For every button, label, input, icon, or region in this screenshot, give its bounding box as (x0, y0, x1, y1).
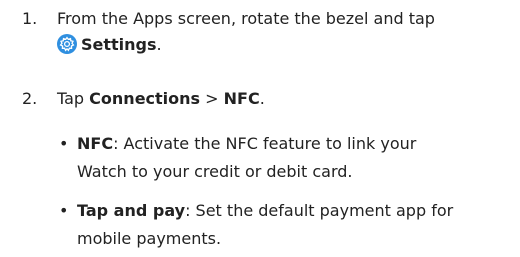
step-1-period: . (156, 35, 162, 54)
step-1-line-2: Settings. (57, 32, 508, 58)
bullet-description: : Activate the NFC feature to link your (113, 134, 417, 153)
bullet-text: Tap and pay: Set the default payment app… (77, 197, 508, 253)
bullet-term: Tap and pay (77, 201, 186, 220)
step-2-period: . (259, 89, 265, 108)
step-number: 1. (22, 9, 38, 28)
step-2-line: Tap Connections > NFC. (57, 86, 508, 112)
bullet-1-line-2: Watch to your credit or debit card. (77, 162, 353, 181)
bullet-2-line-1: Tap and pay: Set the default payment app… (77, 197, 508, 225)
step-2-lead: Tap (57, 89, 90, 108)
bullet-marker: • (59, 201, 69, 220)
nfc-label: NFC (223, 89, 260, 108)
step-1-line-1: From the Apps screen, rotate the bezel a… (57, 9, 435, 28)
bullet-description: : Set the default payment app for (185, 201, 454, 220)
step-number: 2. (22, 89, 38, 108)
step-text: From the Apps screen, rotate the bezel a… (57, 6, 508, 58)
bullet-marker: • (59, 134, 69, 153)
step-text: Tap Connections > NFC. (57, 86, 508, 112)
gear-icon (57, 34, 77, 54)
bullet-term: NFC (77, 134, 114, 153)
bullet-text: NFC: Activate the NFC feature to link yo… (77, 130, 508, 186)
instructions-document: 1. From the Apps screen, rotate the beze… (0, 0, 520, 257)
path-separator: > (200, 89, 224, 108)
bullet-1-line-1: NFC: Activate the NFC feature to link yo… (77, 130, 508, 158)
connections-label: Connections (89, 89, 201, 108)
settings-label: Settings (81, 35, 157, 54)
bullet-2-line-2: mobile payments. (77, 229, 222, 248)
